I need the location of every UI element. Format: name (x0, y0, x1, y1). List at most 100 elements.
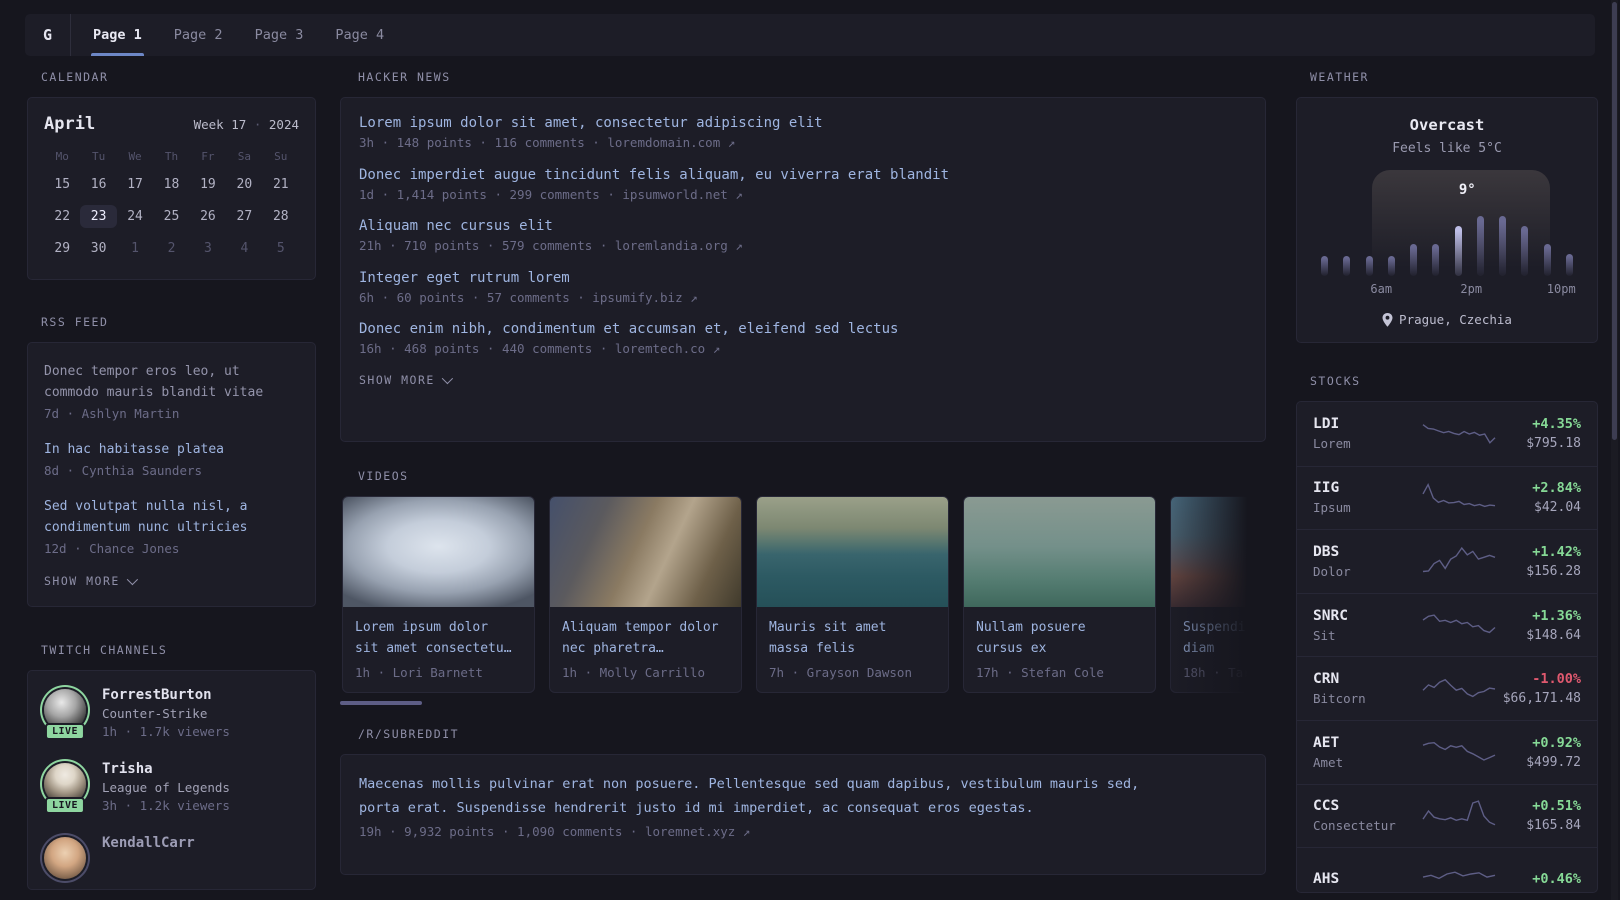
video-thumbnail[interactable] (1171, 497, 1266, 607)
calendar-week: Week 17 (193, 117, 247, 132)
page-scrollbar[interactable] (1611, 0, 1618, 900)
video-title[interactable]: Mauris sit amet massa felis (769, 617, 929, 659)
calendar-day-selected[interactable]: 23 (80, 205, 117, 228)
calendar-weekday: We (128, 150, 142, 163)
weather-bar-current (1454, 226, 1462, 276)
stock-change: +0.92% (1532, 734, 1581, 751)
calendar-day[interactable]: 1 (117, 237, 153, 260)
video-thumbnail[interactable] (757, 497, 948, 607)
hn-story-meta: 6h · 60 points · 57 comments · ipsumify.… (359, 289, 698, 305)
tab-page-3[interactable]: Page 3 (239, 14, 320, 56)
stock-change: +2.84% (1532, 480, 1581, 497)
hn-story-title[interactable]: Donec enim nibh, condimentum et accumsan… (359, 321, 898, 337)
video-card[interactable]: Suspendisse diam 18h · Tara (1170, 496, 1266, 693)
stock-row[interactable]: LDI Lorem +4.35% $795.18 (1297, 402, 1597, 466)
stock-row[interactable]: DBS Dolor +1.42% $156.28 (1297, 529, 1597, 593)
calendar-day[interactable]: 21 (263, 173, 299, 196)
video-card[interactable]: Nullam posuere cursus ex 17h · Stefan Col… (963, 496, 1156, 693)
stock-change: +1.36% (1532, 607, 1581, 624)
video-title[interactable]: Lorem ipsum dolor sit amet consectetu… (355, 617, 515, 659)
subreddit-post-title[interactable]: Maecenas mollis pulvinar erat non posuer… (359, 772, 1159, 820)
hn-story-title[interactable]: Donec imperdiet augue tincidunt felis al… (359, 167, 949, 183)
stock-row[interactable]: SNRC Sit +1.36% $148.64 (1297, 592, 1597, 657)
calendar-day[interactable]: 27 (226, 205, 262, 228)
stock-sparkline (1421, 858, 1497, 892)
calendar-day[interactable]: 26 (190, 205, 226, 228)
tab-page-1[interactable]: Page 1 (77, 14, 158, 56)
calendar-weekday: Mo (55, 150, 69, 163)
calendar-day[interactable]: 30 (80, 237, 116, 260)
hn-story-title[interactable]: Aliquam nec cursus elit (359, 218, 553, 234)
twitch-channel-info: KendallCarr (102, 835, 195, 879)
calendar-day[interactable]: 2 (153, 237, 189, 260)
stock-price: $42.04 (1534, 500, 1581, 516)
video-title[interactable]: Aliquam tempor dolor nec pharetra… (562, 617, 722, 659)
calendar-day[interactable]: 3 (190, 237, 226, 260)
weather-axis-label: 2pm (1460, 282, 1483, 296)
calendar-day[interactable]: 28 (263, 205, 299, 228)
stock-name: Dolor (1313, 563, 1351, 579)
hn-story-title[interactable]: Lorem ipsum dolor sit amet, consectetur … (359, 115, 823, 131)
video-thumbnail[interactable] (550, 497, 741, 607)
rss-item-title[interactable]: Donec tempor eros leo, ut commodo mauris… (44, 361, 299, 403)
tab-page-4[interactable]: Page 4 (319, 14, 400, 56)
calendar-day[interactable]: 19 (190, 173, 226, 196)
stock-row[interactable]: CCS Consectetur +0.51% $165.84 (1297, 783, 1597, 848)
video-card[interactable]: Mauris sit amet massa felis 7h · Grayson … (756, 496, 949, 693)
calendar-day[interactable]: 4 (226, 237, 262, 260)
calendar-day[interactable]: 20 (226, 173, 262, 196)
calendar-day[interactable]: 15 (44, 173, 80, 196)
app-logo[interactable]: G (25, 14, 71, 56)
stock-id: IIG Ipsum (1313, 480, 1421, 515)
video-title[interactable]: Nullam posuere cursus ex (976, 617, 1136, 659)
rss-item-title[interactable]: In hac habitasse platea (44, 439, 299, 460)
twitch-channel-row[interactable]: KendallCarr (44, 835, 299, 879)
rss-item-title[interactable]: Sed volutpat nulla nisl, a condimentum n… (44, 496, 299, 538)
twitch-channel-name[interactable]: Trisha (102, 761, 230, 777)
tab-page-2[interactable]: Page 2 (158, 14, 239, 56)
twitch-channel-name[interactable]: KendallCarr (102, 835, 195, 851)
calendar-day[interactable]: 17 (117, 173, 153, 196)
hn-story-meta: 3h · 148 points · 116 comments · loremdo… (359, 135, 736, 150)
rss-show-more-label: SHOW MORE (44, 574, 120, 588)
video-card[interactable]: Lorem ipsum dolor sit amet consectetu… 1h… (342, 496, 535, 693)
twitch-channel-name[interactable]: ForrestBurton (102, 687, 230, 703)
stock-row[interactable]: AHS +0.46% (1297, 847, 1597, 892)
live-badge: LIVE (44, 797, 86, 814)
stock-row[interactable]: AET Amet +0.92% $499.72 (1297, 719, 1597, 784)
calendar-day[interactable]: 18 (153, 173, 189, 196)
stock-values: +1.42% $156.28 (1497, 544, 1581, 579)
twitch-channel-row[interactable]: LIVE Trisha League of Legends 3h · 1.2k vie… (44, 761, 299, 814)
hn-story: Integer eget rutrum lorem 6h · 60 points … (359, 270, 1247, 305)
stocks-section-header: STOCKS (1310, 374, 1361, 388)
twitch-channel-category: League of Legends (102, 780, 230, 795)
video-carousel[interactable]: Lorem ipsum dolor sit amet consectetu… 1h… (340, 496, 1266, 693)
calendar-day[interactable]: 5 (263, 237, 299, 260)
calendar-day[interactable]: 24 (117, 205, 153, 228)
stock-row[interactable]: CRN Bitcorn -1.00% $66,171.48 (1297, 656, 1597, 720)
video-thumbnail[interactable] (343, 497, 534, 607)
video-title[interactable]: Suspendisse diam (1183, 617, 1266, 659)
video-meta: 17h · Stefan Cole (976, 665, 1104, 680)
calendar-day[interactable]: 22 (44, 205, 80, 228)
weather-condition: Overcast (1409, 116, 1485, 134)
video-card[interactable]: Aliquam tempor dolor nec pharetra… 1h · M… (549, 496, 742, 693)
hn-story-title[interactable]: Integer eget rutrum lorem (359, 270, 570, 286)
twitch-channel-row[interactable]: LIVE ForrestBurton Counter-Strike 1h · 1.7k… (44, 687, 299, 740)
left-column: CALENDAR April Week 17 · 2024 Mo Tu We Th Fr… (27, 70, 316, 890)
page-scrollbar-thumb[interactable] (1612, 2, 1617, 440)
carousel-scroll-indicator[interactable] (340, 701, 422, 705)
calendar-day[interactable]: 25 (153, 205, 189, 228)
calendar-day[interactable]: 16 (80, 173, 116, 196)
stock-sparkline (1421, 540, 1497, 582)
calendar-day[interactable]: 29 (44, 237, 80, 260)
hn-show-more-button[interactable]: SHOW MORE (359, 372, 1247, 387)
calendar-week-year: Week 17 · 2024 (194, 117, 299, 132)
stock-row[interactable]: IIG Ipsum +2.84% $42.04 (1297, 465, 1597, 530)
stock-name: Sit (1313, 627, 1336, 643)
video-thumbnail[interactable] (964, 497, 1155, 607)
rss-show-more-button[interactable]: SHOW MORE (44, 573, 299, 588)
chevron-down-icon (441, 372, 453, 384)
calendar-weekday: Th (164, 150, 179, 163)
twitch-channel-info: Trisha League of Legends 3h · 1.2k viewers (102, 761, 230, 813)
